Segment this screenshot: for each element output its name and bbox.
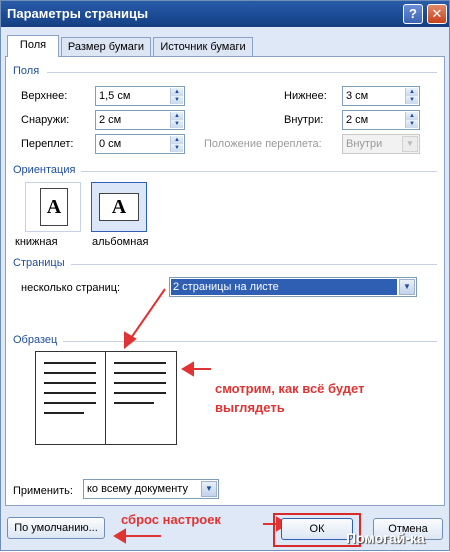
preview-line	[114, 372, 166, 374]
close-button[interactable]: ✕	[427, 4, 447, 24]
preview-line	[114, 392, 166, 394]
gutter-position-select[interactable]: Внутри ▼	[342, 134, 420, 154]
reset-annotation: сброс настроек	[121, 512, 221, 527]
gutter-position-value: Внутри	[346, 138, 383, 150]
preview-line	[44, 402, 96, 404]
spin-down-icon[interactable]: ▼	[171, 120, 183, 128]
multiple-pages-value: 2 страницы на листе	[171, 279, 397, 295]
preview-line	[44, 372, 96, 374]
outside-margin-spinner[interactable]: 2 см ▲ ▼	[95, 110, 185, 130]
chevron-down-icon: ▼	[402, 136, 418, 152]
default-button[interactable]: По умолчанию...	[7, 517, 105, 539]
preview-line	[44, 392, 96, 394]
preview-line	[114, 362, 166, 364]
tab-label: Источник бумаги	[160, 41, 246, 53]
tab-label: Размер бумаги	[67, 41, 145, 53]
preview-sample	[35, 351, 177, 445]
spin-down-icon[interactable]: ▼	[171, 96, 183, 104]
chevron-down-icon: ▼	[399, 279, 415, 295]
page-setup-dialog: Параметры страницы ? ✕ Поля Размер бумаг…	[0, 0, 450, 551]
orientation-group-label: Ориентация	[13, 164, 76, 176]
apply-to-select[interactable]: ко всему документу ▼	[83, 479, 219, 499]
tab-label: Поля	[19, 39, 47, 51]
top-margin-label: Верхнее:	[21, 90, 68, 102]
bottom-margin-label: Нижнее:	[284, 90, 327, 102]
spin-up-icon[interactable]: ▲	[171, 88, 183, 96]
inside-margin-spinner[interactable]: 2 см ▲ ▼	[342, 110, 420, 130]
close-icon: ✕	[431, 6, 443, 21]
tab-paper-size[interactable]: Размер бумаги	[61, 37, 151, 57]
spinner-arrows: ▲ ▼	[170, 136, 183, 152]
spin-up-icon[interactable]: ▲	[171, 112, 183, 120]
preview-line	[114, 382, 166, 384]
watermark: Помогай-ка	[346, 530, 425, 546]
apply-to-value: ко всему документу	[87, 483, 188, 495]
spinner-arrows: ▲ ▼	[405, 88, 418, 104]
group-divider	[71, 264, 437, 265]
preview-line	[44, 412, 84, 414]
gutter-position-label: Положение переплета:	[204, 138, 322, 150]
preview-page-divider	[105, 352, 106, 444]
portrait-glyph: A	[46, 196, 62, 218]
spinner-arrows: ▲ ▼	[405, 112, 418, 128]
spin-down-icon[interactable]: ▼	[406, 96, 418, 104]
spinner-arrows: ▲ ▼	[170, 112, 183, 128]
title-bar[interactable]: Параметры страницы ? ✕	[1, 1, 449, 27]
spin-up-icon[interactable]: ▲	[406, 88, 418, 96]
landscape-option[interactable]: A	[91, 182, 147, 232]
bottom-margin-value: 3 см	[346, 90, 369, 102]
tab-margins[interactable]: Поля	[7, 35, 59, 57]
arrow-head	[113, 528, 126, 544]
preview-line	[114, 402, 154, 404]
landscape-glyph: A	[111, 196, 127, 218]
ok-button[interactable]: ОК	[281, 518, 353, 540]
outside-margin-value: 2 см	[99, 114, 122, 126]
inside-margin-label: Внутри:	[284, 114, 324, 126]
top-margin-spinner[interactable]: 1,5 см ▲ ▼	[95, 86, 185, 106]
margins-group-label: Поля	[13, 65, 40, 77]
window-title: Параметры страницы	[7, 6, 149, 21]
multiple-pages-select[interactable]: 2 страницы на листе ▼	[169, 277, 417, 297]
default-button-label: По умолчанию...	[14, 522, 98, 534]
help-button[interactable]: ?	[403, 4, 423, 24]
top-margin-value: 1,5 см	[99, 90, 131, 102]
portrait-label: книжная	[15, 236, 58, 248]
multiple-pages-label: несколько страниц:	[21, 282, 121, 294]
landscape-page-icon: A	[99, 193, 139, 221]
outside-margin-label: Снаружи:	[21, 114, 70, 126]
group-divider	[81, 171, 437, 172]
preview-group-label: Образец	[13, 334, 58, 346]
landscape-label: альбомная	[92, 236, 149, 248]
group-divider	[63, 341, 437, 342]
pages-group-label: Страницы	[13, 257, 65, 269]
portrait-page-icon: A	[40, 188, 68, 226]
inside-margin-value: 2 см	[346, 114, 369, 126]
spin-down-icon[interactable]: ▼	[171, 144, 183, 152]
ok-button-label: ОК	[309, 523, 325, 535]
spin-up-icon[interactable]: ▲	[406, 112, 418, 120]
preview-annotation: смотрим, как всё будет выглядеть	[215, 381, 365, 415]
portrait-option[interactable]: A	[25, 182, 81, 232]
group-divider	[47, 72, 437, 73]
gutter-spinner[interactable]: 0 см ▲ ▼	[95, 134, 185, 154]
gutter-label: Переплет:	[21, 138, 74, 150]
preview-line	[44, 362, 96, 364]
spin-down-icon[interactable]: ▼	[406, 120, 418, 128]
spin-up-icon[interactable]: ▲	[171, 136, 183, 144]
apply-to-label: Применить:	[13, 485, 73, 497]
gutter-value: 0 см	[99, 138, 122, 150]
bottom-margin-spinner[interactable]: 3 см ▲ ▼	[342, 86, 420, 106]
chevron-down-icon: ▼	[201, 481, 217, 497]
spinner-arrows: ▲ ▼	[170, 88, 183, 104]
help-icon: ?	[409, 6, 417, 21]
preview-line	[44, 382, 96, 384]
tab-paper-source[interactable]: Источник бумаги	[153, 37, 253, 57]
